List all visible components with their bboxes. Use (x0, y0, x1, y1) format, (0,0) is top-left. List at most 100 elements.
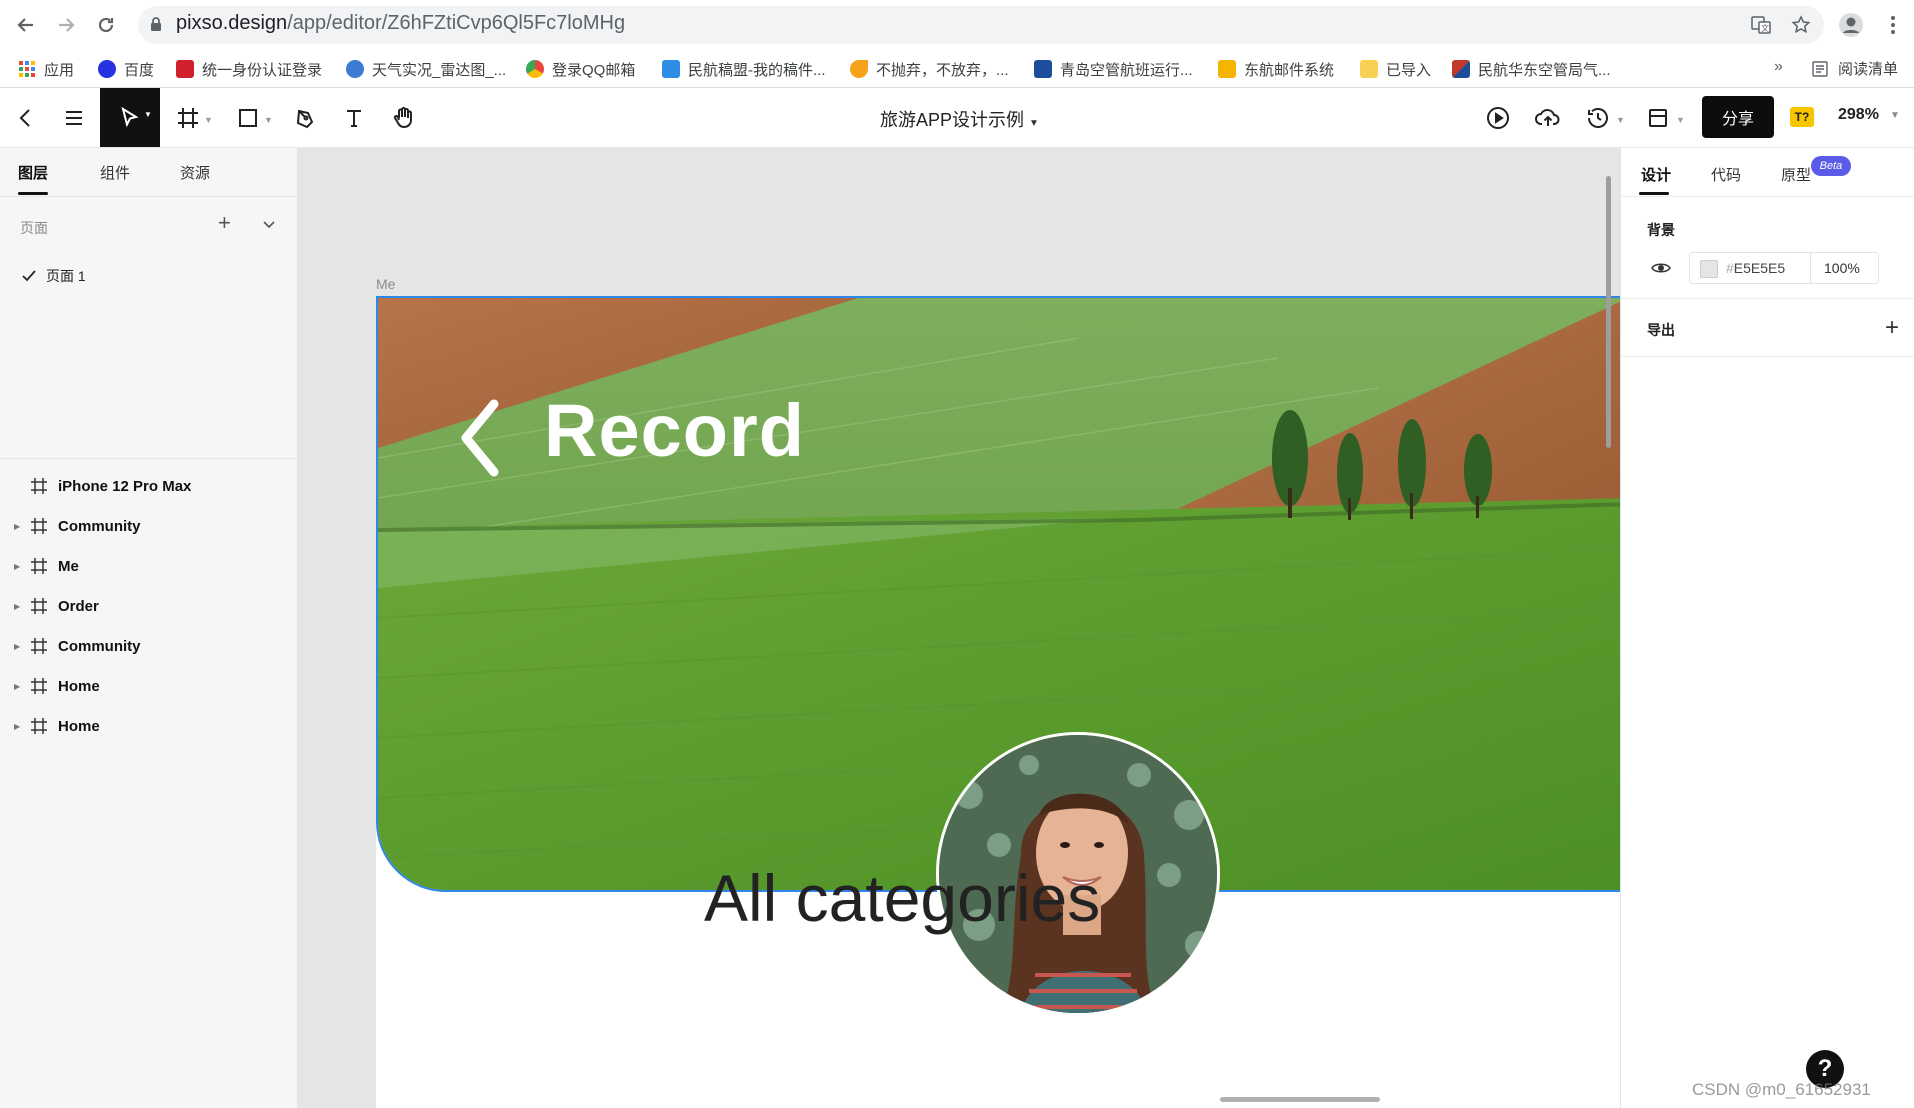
page-item-1[interactable]: 页面 1 (22, 266, 86, 286)
collapse-pages-icon[interactable] (262, 218, 276, 232)
frame-icon (31, 558, 47, 574)
missing-font-badge[interactable]: T? (1790, 107, 1814, 127)
bookmark-apps[interactable]: 应用 (18, 57, 74, 81)
page-item-label: 页面 1 (46, 268, 86, 284)
bookmark-label: 不抛弃，不放弃，... (876, 61, 1009, 79)
star-icon[interactable] (1788, 12, 1814, 38)
add-export-icon[interactable]: + (1885, 316, 1899, 340)
bookmarks-overflow-button[interactable]: » (1774, 58, 1783, 76)
zoom-caret-icon[interactable]: ▼ (1890, 110, 1900, 121)
rectangle-tool-icon[interactable] (230, 100, 266, 136)
history-icon[interactable] (1580, 100, 1616, 136)
bookmark-baidu[interactable]: 百度 (98, 57, 154, 81)
expand-layer-icon[interactable]: ▶ (14, 522, 26, 531)
main-menu-icon[interactable] (56, 100, 92, 136)
layer-name: Community (58, 517, 141, 535)
layer-name: Home (58, 717, 100, 735)
move-tool-button[interactable]: ▼ (100, 88, 160, 147)
layer-item-community[interactable]: ▶ Community (14, 514, 141, 538)
layer-item-community-2[interactable]: ▶ Community (14, 634, 141, 658)
layer-item-iphone-12-pro-max[interactable]: iPhone 12 Pro Max (14, 474, 191, 498)
reading-list-icon (1812, 60, 1828, 77)
profile-avatar-icon[interactable] (1838, 12, 1864, 38)
active-tab-indicator (1639, 192, 1669, 195)
expand-layer-icon[interactable]: ▶ (14, 562, 26, 571)
bookmark-label: 青岛空管航班运行... (1060, 61, 1193, 79)
expand-layer-icon[interactable]: ▶ (14, 682, 26, 691)
bookmark-imported[interactable]: 已导入 (1360, 57, 1431, 81)
canvas-horizontal-scrollbar[interactable] (1220, 1097, 1380, 1102)
hero-title[interactable]: Record (544, 388, 805, 473)
hand-tool-icon[interactable] (386, 100, 422, 136)
hex-input[interactable]: #E5E5E5 (1726, 260, 1785, 276)
divider (1810, 253, 1811, 283)
bookmark-label: 统一身份认证登录 (202, 61, 323, 79)
properties-panel: 设计 代码 原型 Beta 背景 #E5E5E5 100% 导出 + (1620, 148, 1914, 1108)
expand-layer-icon[interactable]: ▶ (14, 722, 26, 731)
divider (0, 458, 298, 459)
frame-tool-icon[interactable] (170, 100, 206, 136)
background-color-field[interactable]: #E5E5E5 100% (1689, 252, 1879, 284)
pages-section-label: 页面 (20, 220, 48, 236)
globe-icon (346, 60, 364, 78)
expand-layer-icon[interactable]: ▶ (14, 602, 26, 611)
bookmark-label: 民航华东空管局气... (1478, 61, 1611, 79)
bookmark-qqmail[interactable]: 登录QQ邮箱 (526, 57, 635, 81)
bookmark-qingdao[interactable]: 青岛空管航班运行... (1034, 57, 1193, 81)
tab-layers[interactable]: 图层 (18, 162, 48, 183)
layer-item-home-2[interactable]: ▶ Home (14, 714, 100, 738)
section-heading[interactable]: All categories (704, 860, 1100, 936)
design-canvas[interactable]: Me Record All categories (298, 148, 1620, 1108)
text-tool-icon[interactable] (336, 100, 372, 136)
zoom-level[interactable]: 298% (1838, 106, 1879, 124)
frame-icon (31, 518, 47, 534)
browser-menu-icon[interactable] (1880, 12, 1906, 38)
history-caret-icon[interactable]: ▼ (1616, 115, 1625, 125)
frame-icon (31, 478, 47, 494)
bookmark-buqi[interactable]: 不抛弃，不放弃，... (850, 57, 1009, 81)
bookmark-weather[interactable]: 天气实况_雷达图_... (346, 57, 506, 81)
url-text[interactable]: pixso.design/app/editor/Z6hFZtiCvp6Ql5Fc… (176, 12, 625, 35)
tab-assets[interactable]: 资源 (180, 162, 210, 183)
layer-item-me[interactable]: ▶ Me (14, 554, 79, 578)
bookmark-auth[interactable]: 统一身份认证登录 (176, 57, 322, 81)
translate-icon[interactable]: 文 (1748, 12, 1774, 38)
chrome-icon (526, 60, 544, 78)
layout-caret-icon[interactable]: ▼ (1676, 115, 1685, 125)
bookmark-minhang[interactable]: 民航稿盟-我的稿件... (662, 57, 826, 81)
exit-editor-icon[interactable] (8, 100, 44, 136)
reading-list-button[interactable]: 阅读清单 (1812, 58, 1898, 79)
canvas-vertical-scrollbar[interactable] (1606, 176, 1611, 448)
bookmark-eastern-mail[interactable]: 东航邮件系统 (1218, 57, 1334, 81)
back-chevron-icon[interactable] (456, 398, 506, 478)
play-prototype-icon[interactable] (1480, 100, 1516, 136)
tab-design[interactable]: 设计 (1641, 164, 1671, 185)
layer-name: Order (58, 597, 99, 615)
url-host: pixso.design (176, 12, 288, 34)
document-title[interactable]: 旅游APP设计示例 ▼ (880, 106, 1039, 132)
reading-list-label: 阅读清单 (1838, 61, 1899, 78)
back-icon[interactable] (12, 11, 40, 39)
add-page-icon[interactable]: + (218, 212, 231, 234)
layer-item-order[interactable]: ▶ Order (14, 594, 99, 618)
share-button[interactable]: 分享 (1702, 96, 1774, 138)
visibility-eye-icon[interactable] (1651, 260, 1671, 276)
beta-badge: Beta (1811, 156, 1851, 176)
forward-icon[interactable] (52, 11, 80, 39)
frame-name-label[interactable]: Me (376, 276, 395, 292)
upload-cloud-icon[interactable] (1530, 100, 1566, 136)
tab-prototype[interactable]: 原型 (1781, 164, 1811, 185)
bookmark-huadong[interactable]: 民航华东空管局气... (1452, 57, 1611, 81)
expand-layer-icon[interactable]: ▶ (14, 642, 26, 651)
reload-icon[interactable] (92, 11, 120, 39)
frame-tool-caret-icon[interactable]: ▼ (204, 115, 213, 125)
pen-tool-icon[interactable] (288, 100, 324, 136)
shape-tool-caret-icon[interactable]: ▼ (264, 115, 273, 125)
layer-item-home[interactable]: ▶ Home (14, 674, 100, 698)
opacity-input[interactable]: 100% (1824, 260, 1860, 276)
color-swatch[interactable] (1700, 260, 1718, 278)
active-tab-indicator (18, 192, 48, 195)
layout-panel-icon[interactable] (1640, 100, 1676, 136)
tab-code[interactable]: 代码 (1711, 164, 1741, 185)
tab-components[interactable]: 组件 (100, 162, 130, 183)
